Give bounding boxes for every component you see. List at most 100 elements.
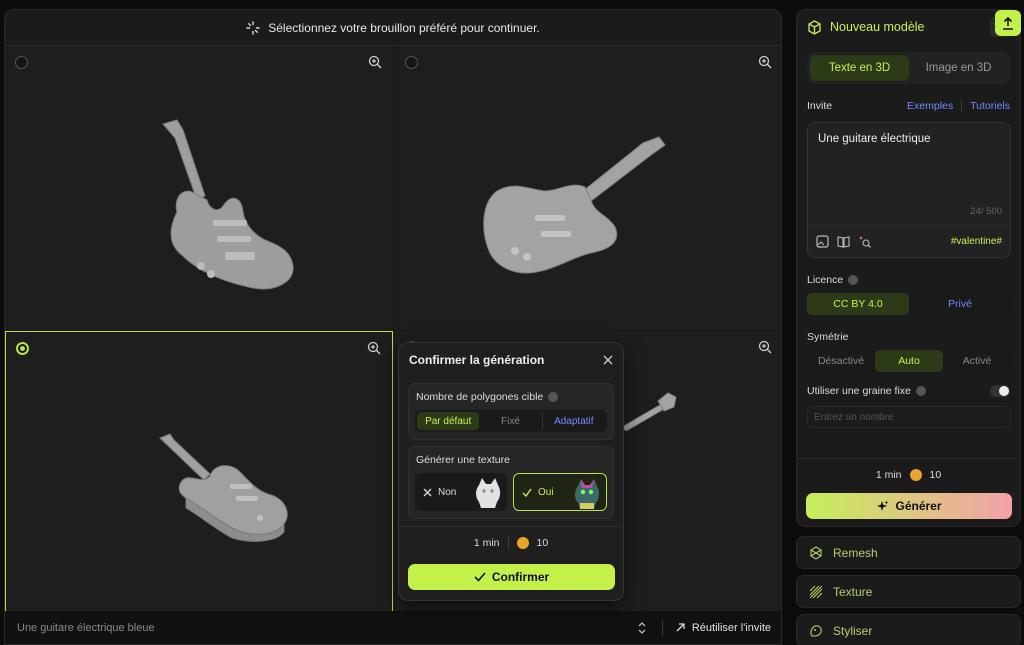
texture-label: Générer une texture bbox=[416, 454, 510, 466]
license-option-private[interactable]: Privé bbox=[909, 293, 1011, 315]
tool-stylize[interactable]: Styliser bbox=[796, 614, 1021, 645]
zoom-icon[interactable] bbox=[366, 340, 382, 356]
draft-2[interactable] bbox=[395, 46, 781, 329]
cat-white-thumbnail bbox=[476, 478, 501, 508]
hashtag-tag[interactable]: #valentine# bbox=[951, 236, 1002, 247]
divider bbox=[661, 619, 663, 636]
credit-coin-icon bbox=[516, 537, 529, 549]
guitar-model bbox=[621, 392, 677, 431]
upload-button[interactable] bbox=[995, 10, 1021, 36]
mode-tabs: Texte en 3D Image en 3D bbox=[807, 52, 1011, 84]
confirm-button[interactable]: Confirmer bbox=[408, 564, 615, 590]
tool-remesh[interactable]: Remesh bbox=[796, 536, 1021, 569]
generate-label: Générer bbox=[895, 499, 942, 513]
texture-option-no[interactable]: Non bbox=[415, 473, 507, 511]
seed-label: Utiliser une graine fixe bbox=[807, 385, 911, 397]
info-icon[interactable] bbox=[915, 386, 926, 396]
x-icon bbox=[423, 488, 432, 496]
remesh-icon bbox=[810, 545, 822, 560]
stylize-icon bbox=[810, 624, 822, 637]
divider bbox=[507, 537, 509, 549]
draft-grid bbox=[5, 46, 781, 613]
book-icon[interactable] bbox=[837, 235, 850, 248]
examples-link[interactable]: Exemples bbox=[907, 100, 953, 112]
check-icon bbox=[474, 572, 486, 582]
zoom-icon[interactable] bbox=[757, 339, 773, 355]
tool-texture-label: Texture bbox=[833, 584, 873, 599]
prompt-label-row: Invite Exemples Tutoriels bbox=[797, 98, 1020, 114]
zoom-icon[interactable] bbox=[757, 54, 773, 70]
confirm-generation-modal: Confirmer la génération Nombre de polygo… bbox=[398, 342, 624, 601]
reuse-prompt-button[interactable]: Réutiliser l'invite bbox=[675, 622, 771, 634]
texture-section: Générer une texture Non Oui bbox=[408, 446, 614, 519]
info-icon[interactable] bbox=[548, 392, 559, 402]
texture-option-yes[interactable]: Oui bbox=[513, 473, 607, 511]
tool-stylize-label: Styliser bbox=[833, 623, 873, 638]
new-model-panel: Nouveau modèle Texte en 3D Image en 3D I… bbox=[796, 9, 1021, 527]
loading-icon bbox=[246, 20, 260, 35]
texture-option-yes-label: Oui bbox=[538, 486, 554, 498]
polycount-option-default[interactable]: Par défaut bbox=[417, 412, 480, 430]
license-selector: CC BY 4.0 Privé bbox=[807, 293, 1011, 315]
symmetry-label: Symétrie bbox=[807, 331, 849, 343]
tab-image-to-3d[interactable]: Image en 3D bbox=[909, 55, 1008, 81]
draft-1[interactable] bbox=[5, 46, 393, 329]
license-option-cc-by[interactable]: CC BY 4.0 bbox=[807, 293, 909, 315]
prompt-bar-input[interactable]: Une guitare électrique bleue bbox=[17, 622, 155, 634]
time-estimate: 1 min bbox=[473, 537, 500, 549]
seed-input[interactable]: Entrez un nombre bbox=[807, 406, 1011, 428]
license-label: Licence bbox=[807, 274, 844, 286]
panel-title: Nouveau modèle bbox=[830, 20, 925, 34]
prompt-text[interactable]: Une guitare électrique bbox=[808, 123, 1010, 155]
polycount-option-fixed[interactable]: Fixé bbox=[479, 412, 541, 430]
time-estimate: 1 min bbox=[875, 469, 902, 481]
symmetry-option-auto[interactable]: Auto bbox=[875, 350, 943, 372]
draft-1-radio[interactable] bbox=[15, 56, 28, 69]
symmetry-selector: Désactivé Auto Activé bbox=[807, 350, 1011, 372]
cube-icon bbox=[808, 19, 821, 35]
info-icon[interactable] bbox=[848, 275, 859, 285]
license-label-row: Licence bbox=[797, 272, 1020, 288]
topbar-message: Sélectionnez votre brouillon préféré pou… bbox=[268, 20, 540, 35]
draft-3-radio[interactable] bbox=[16, 342, 29, 355]
guitar-model bbox=[162, 119, 294, 290]
prompt-toolbar: #valentine# bbox=[808, 225, 1010, 257]
texture-option-no-label: Non bbox=[438, 486, 457, 498]
prompt-textarea[interactable]: Une guitare électrique 24/ 500 #valentin… bbox=[807, 122, 1011, 258]
cost-row: 1 min 10 bbox=[399, 537, 623, 549]
tool-remesh-label: Remesh bbox=[833, 545, 878, 560]
draft-3-selected[interactable] bbox=[5, 331, 393, 613]
check-icon bbox=[522, 488, 532, 497]
magic-search-icon[interactable] bbox=[858, 235, 871, 248]
polycount-selector: Par défaut Fixé Adaptatif bbox=[415, 410, 607, 432]
credit-coin-icon bbox=[909, 469, 922, 481]
image-icon[interactable] bbox=[816, 235, 829, 248]
modal-footer: 1 min 10 Confirmer bbox=[399, 526, 623, 600]
close-icon[interactable] bbox=[603, 355, 613, 365]
draft-viewer: Sélectionnez votre brouillon préféré pou… bbox=[4, 9, 782, 645]
prompt-bar[interactable]: Une guitare électrique bleue Réutiliser … bbox=[5, 611, 781, 644]
expand-icon[interactable] bbox=[634, 620, 650, 636]
symmetry-option-on[interactable]: Activé bbox=[943, 350, 1011, 372]
arrow-up-right-icon bbox=[676, 623, 685, 632]
tool-texture[interactable]: Texture bbox=[796, 575, 1021, 608]
confirm-label: Confirmer bbox=[491, 570, 550, 584]
divider bbox=[961, 100, 963, 112]
upload-icon bbox=[1003, 16, 1013, 30]
topbar: Sélectionnez votre brouillon préféré pou… bbox=[5, 10, 781, 46]
texture-selector: Non Oui bbox=[415, 473, 607, 511]
panel-header: Nouveau modèle bbox=[797, 10, 1020, 44]
zoom-icon[interactable] bbox=[367, 54, 383, 70]
tutorials-link[interactable]: Tutoriels bbox=[970, 100, 1010, 112]
guitar-model bbox=[159, 433, 288, 542]
polycount-section: Nombre de polygones cible Par défaut Fix… bbox=[408, 383, 614, 440]
generate-button[interactable]: Générer bbox=[806, 493, 1012, 519]
polycount-option-adaptive[interactable]: Adaptatif bbox=[541, 412, 605, 430]
polycount-label: Nombre de polygones cible bbox=[416, 391, 544, 403]
seed-toggle[interactable] bbox=[990, 385, 1010, 397]
char-counter: 24/ 500 bbox=[970, 206, 1002, 217]
draft-2-radio[interactable] bbox=[405, 56, 418, 69]
tab-text-to-3d[interactable]: Texte en 3D bbox=[810, 55, 909, 81]
symmetry-option-off[interactable]: Désactivé bbox=[807, 350, 875, 372]
panel-footer: 1 min 10 Générer bbox=[797, 458, 1020, 528]
